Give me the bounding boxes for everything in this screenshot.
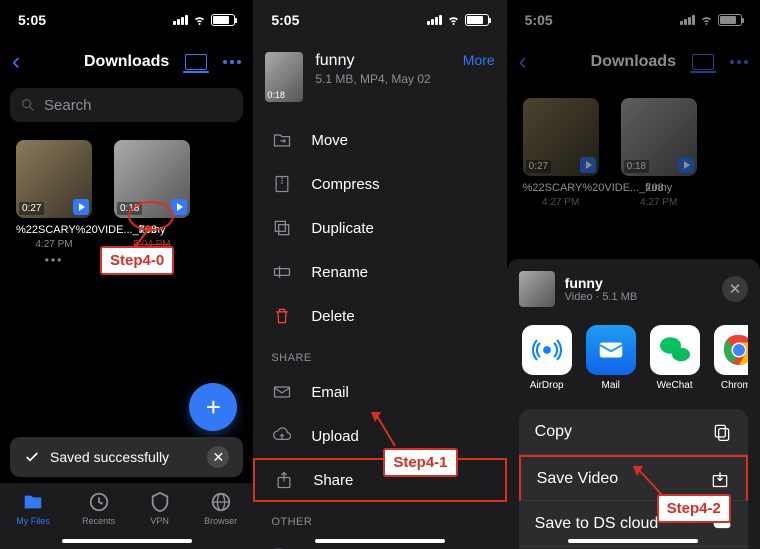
sheet-meta: 5.1 MB, MP4, May 02 (315, 72, 450, 86)
app-wechat[interactable]: WeChat (647, 325, 703, 391)
status-time: 5:05 (18, 12, 46, 28)
step-label: Step4-1 (383, 448, 457, 477)
duplicate-icon (271, 217, 293, 239)
menu-duplicate[interactable]: Duplicate (253, 206, 506, 250)
phone-2: 5:05 0:18 funny 5.1 MB, MP4, May 02 More… (253, 0, 506, 549)
home-indicator[interactable] (315, 539, 445, 543)
menu-delete[interactable]: Delete (253, 294, 506, 338)
menu-share[interactable]: Share (253, 458, 506, 502)
share-title: funny (565, 275, 638, 291)
sheet-filename: funny (315, 52, 450, 70)
step-label: Step4-0 (100, 246, 174, 275)
page-title: Downloads (84, 53, 169, 71)
search-placeholder: Search (44, 97, 92, 114)
menu-compress[interactable]: Compress (253, 162, 506, 206)
app-mail[interactable]: Mail (583, 325, 639, 391)
tab-browser[interactable]: Browser (204, 491, 237, 549)
menu-email[interactable]: Email (253, 370, 506, 414)
share-apps: AirDrop Mail WeChat Chrome (519, 325, 748, 391)
copy-icon (712, 422, 732, 442)
app-airdrop[interactable]: AirDrop (519, 325, 575, 391)
step-label: Step4-2 (657, 494, 731, 523)
rename-icon (271, 261, 293, 283)
menu-move[interactable]: Move (253, 118, 506, 162)
back-button[interactable]: ‹ (12, 48, 20, 76)
menu-upload[interactable]: Upload (253, 414, 506, 458)
phone-3: 5:05 ‹Downloads 0:27%22SCARY%20VIDE..._7… (507, 0, 760, 549)
status-bar: 5:05 (0, 0, 253, 40)
share-icon (273, 469, 295, 491)
action-copy[interactable]: Copy (519, 409, 748, 455)
toast: Saved successfully ✕ (10, 437, 243, 477)
download-icon (710, 469, 730, 489)
menu-header-share: SHARE (253, 338, 506, 370)
email-icon (271, 381, 293, 403)
check-icon (24, 449, 40, 465)
more-link[interactable]: More (463, 52, 495, 68)
share-thumbnail (519, 271, 555, 307)
status-time: 5:05 (271, 12, 299, 28)
menu-header-other: OTHER (253, 502, 506, 534)
app-chrome[interactable]: Chrome (711, 325, 748, 391)
move-icon (271, 129, 293, 151)
play-icon (171, 199, 187, 215)
play-icon (73, 199, 89, 215)
file-item[interactable]: 0:27 %22SCARY%20VIDE..._708 4:27 PM ••• (16, 140, 92, 280)
nav-bar: ‹ Downloads (0, 40, 253, 84)
mail-icon (586, 325, 636, 375)
share-header: funny Video · 5.1 MB ✕ (519, 271, 748, 307)
more-icon[interactable] (223, 60, 241, 64)
delete-icon (271, 305, 293, 327)
file-more-icon[interactable]: ••• (16, 253, 92, 267)
dimmed-bg: 5:05 ‹Downloads 0:27%22SCARY%20VIDE..._7… (507, 0, 760, 222)
action-menu: Move Compress Duplicate Rename Delete SH… (253, 114, 506, 549)
compress-icon (271, 173, 293, 195)
tab-myfiles[interactable]: My Files (16, 491, 50, 549)
airdrop-icon (522, 325, 572, 375)
laptop-icon[interactable] (185, 54, 207, 70)
home-indicator[interactable] (568, 539, 698, 543)
status-bar: 5:05 (253, 0, 506, 40)
sheet-thumbnail: 0:18 (265, 52, 303, 102)
action-list: Copy Save Video Save to DS cloud Save to… (519, 409, 748, 549)
close-button[interactable]: ✕ (722, 276, 748, 302)
search-icon (20, 97, 36, 113)
fab-add-button[interactable]: + (189, 383, 237, 431)
chrome-icon (714, 325, 748, 375)
tag-icon (271, 545, 293, 549)
phone-1: 5:05 ‹ Downloads Search 0:27 %22SCARY%20… (0, 0, 253, 549)
upload-icon (271, 425, 293, 447)
status-icons (173, 14, 235, 26)
wechat-icon (650, 325, 700, 375)
search-input[interactable]: Search (10, 88, 243, 122)
home-indicator[interactable] (62, 539, 192, 543)
sheet-header: 0:18 funny 5.1 MB, MP4, May 02 More (253, 40, 506, 114)
share-subtitle: Video · 5.1 MB (565, 291, 638, 303)
menu-rename[interactable]: Rename (253, 250, 506, 294)
close-icon[interactable]: ✕ (207, 446, 229, 468)
